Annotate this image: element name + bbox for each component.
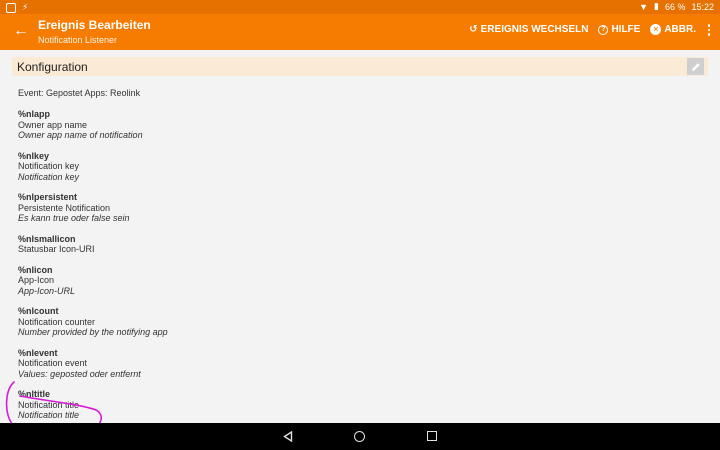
help-icon: ? xyxy=(598,24,609,35)
switch-event-button[interactable]: ↺ EREIGNIS WECHSELN xyxy=(469,24,588,35)
list-item: %nlicon App-Icon App-Icon-URL xyxy=(18,264,76,296)
back-arrow-icon[interactable]: ← xyxy=(12,22,30,40)
configuration-label: Konfiguration xyxy=(17,60,88,74)
clock: 15:22 xyxy=(691,1,714,12)
list-item: %nlsmallicon Statusbar Icon-URI xyxy=(18,233,95,255)
overflow-menu-icon[interactable] xyxy=(706,24,712,36)
app-notification-icon xyxy=(6,2,16,13)
list-item: %nlkey Notification key Notification key xyxy=(18,150,80,182)
list-item: %nltitle Notification title Notification… xyxy=(18,389,80,420)
event-summary: Event: Gepostet Apps: Reolink xyxy=(18,88,141,98)
list-item: %nlapp Owner app name Owner app name of … xyxy=(18,109,143,140)
status-bar: ⚡ ▼ ▮ 66 % 15:22 xyxy=(0,0,720,14)
battery-icon: ▮ xyxy=(654,1,659,11)
wifi-icon: ▼ xyxy=(639,1,648,12)
pencil-icon xyxy=(691,62,700,71)
cancel-button[interactable]: ✕ ABBR. xyxy=(650,24,696,36)
nav-back-icon[interactable] xyxy=(283,431,293,442)
flash-icon: ⚡ xyxy=(22,2,29,12)
nav-recents-icon[interactable] xyxy=(427,431,437,441)
refresh-icon: ↺ xyxy=(469,24,478,36)
list-item: %nlpersistent Persistente Notification E… xyxy=(18,192,130,223)
close-icon: ✕ xyxy=(650,24,662,36)
help-button[interactable]: ? HILFE xyxy=(598,24,640,35)
list-item: %nlevent Notification event Values: gepo… xyxy=(18,347,141,379)
page-title: Ereignis Bearbeiten xyxy=(38,18,151,32)
nav-home-icon[interactable] xyxy=(354,431,365,442)
page-subtitle: Notification Listener xyxy=(38,35,118,45)
list-item: %nlcount Notification counter Number pro… xyxy=(18,306,168,337)
configuration-header: Konfiguration xyxy=(12,57,708,76)
variables-list: Event: Gepostet Apps: Reolink %nlapp Own… xyxy=(18,88,168,431)
app-bar: ← Ereignis Bearbeiten Notification Liste… xyxy=(0,14,720,50)
navigation-bar xyxy=(0,423,720,450)
edit-button[interactable] xyxy=(687,58,704,75)
battery-level: 66 % xyxy=(664,1,686,12)
